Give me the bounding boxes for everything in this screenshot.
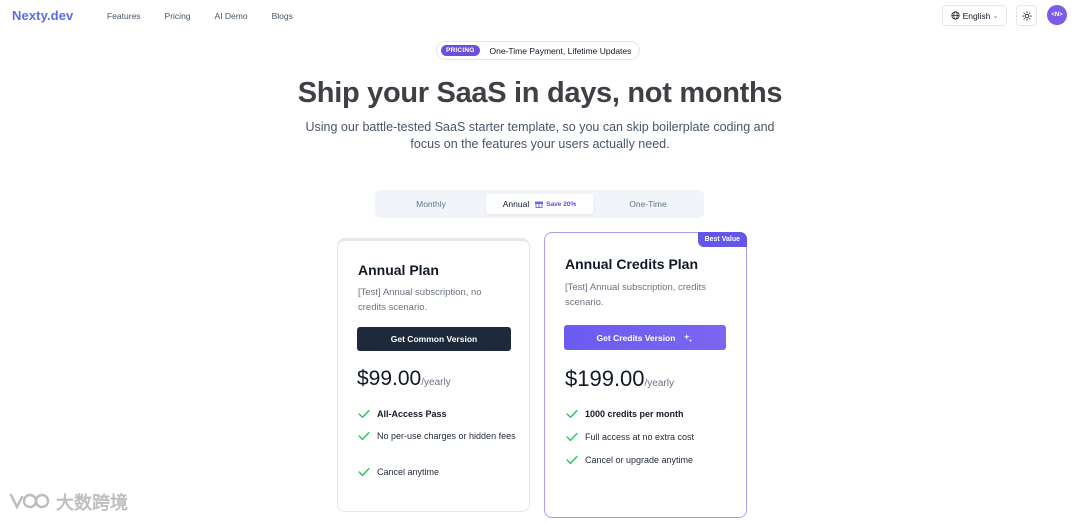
plan-title: Annual Credits Plan [565,256,699,272]
watermark-text: 大数跨境 [56,493,128,513]
feature-text: Cancel anytime [377,467,440,477]
language-selector[interactable]: English ⌄ [942,5,1007,26]
cta-label: Get Credits Version [596,332,676,343]
watermark: 大数跨境 [8,489,128,515]
user-avatar[interactable]: <N> [1047,5,1067,25]
check-icon [566,409,578,419]
check-icon [358,467,370,477]
plan-price: $99.00/yearly [357,367,451,391]
plan-description: [Test] Annual subscription, no credits s… [358,287,482,313]
best-value-badge: Best Value [697,232,747,247]
check-icon [566,455,578,465]
check-icon [566,432,578,442]
feature-text: All-Access Pass [377,409,447,419]
tab-monthly-label: Monthly [416,199,446,209]
logo[interactable]: Nexty.dev [12,8,73,23]
tab-one-time-label: One-Time [629,199,667,209]
feature-text: 1000 credits per month [585,409,684,419]
nav-link-blogs[interactable]: Blogs [272,11,293,21]
announcement-pill: PRICING One-Time Payment, Lifetime Updat… [436,41,641,60]
tab-annual-label: Annual [502,199,530,209]
language-label: English [962,10,991,21]
feature-item: Cancel anytime [358,465,518,479]
page-title: Ship your SaaS in days, not months [297,77,783,109]
feature-item: No per-use charges or hidden fees [358,429,518,443]
save-badge: Save 20% [535,200,576,208]
price-amount: $99.00 [357,367,422,390]
price-amount: $199.00 [565,366,645,391]
tab-monthly[interactable]: Monthly [379,194,483,214]
theme-toggle-button[interactable] [1016,5,1037,26]
price-unit: /yearly [421,377,451,388]
pricing-tag: PRICING [441,45,480,56]
tab-one-time[interactable]: One-Time [596,194,700,214]
gift-icon [535,201,544,208]
nav-links: Features Pricing AI Demo Blogs [107,11,317,21]
watermark-logo-icon [9,493,50,510]
nav-link-ai-demo[interactable]: AI Demo [215,11,248,21]
chevron-down-icon: ⌄ [992,12,999,20]
sparkle-icon [684,333,693,342]
check-icon [358,409,370,419]
feature-text: No per-use charges or hidden fees [377,431,516,441]
plan-card-annual-credits: Best Value Annual Credits Plan [Test] An… [544,232,747,518]
price-unit: /yearly [644,378,674,389]
cta-label: Get Common Version [390,334,478,344]
nav-link-pricing[interactable]: Pricing [165,11,191,21]
pill-text: One-Time Payment, Lifetime Updates [489,45,632,56]
page-subtitle: Using our battle-tested SaaS starter tem… [305,120,775,151]
billing-period-toggle: Monthly Annual Save 20% One-Time [375,190,704,218]
plan-price: $199.00/yearly [565,366,674,392]
top-navbar: Nexty.dev Features Pricing AI Demo Blogs… [0,0,1080,30]
save-badge-label: Save 20% [546,200,577,208]
get-common-version-button[interactable]: Get Common Version [357,327,511,351]
feature-item: Full access at no extra cost [566,430,736,444]
sun-icon [1021,10,1032,21]
nav-link-features[interactable]: Features [107,11,141,21]
feature-text: Full access at no extra cost [585,432,695,442]
plan-card-annual: Annual Plan [Test] Annual subscription, … [337,238,530,512]
feature-item: 1000 credits per month [566,407,736,421]
get-credits-version-button[interactable]: Get Credits Version [564,325,726,350]
tab-annual[interactable]: Annual Save 20% [486,194,593,214]
feature-item: Cancel or upgrade anytime [566,453,736,467]
globe-icon [951,11,960,20]
feature-text: Cancel or upgrade anytime [585,455,694,465]
check-icon [358,431,370,441]
plan-title: Annual Plan [358,262,439,278]
plan-description: [Test] Annual subscription, credits scen… [565,282,706,308]
feature-item: All-Access Pass [358,407,518,421]
